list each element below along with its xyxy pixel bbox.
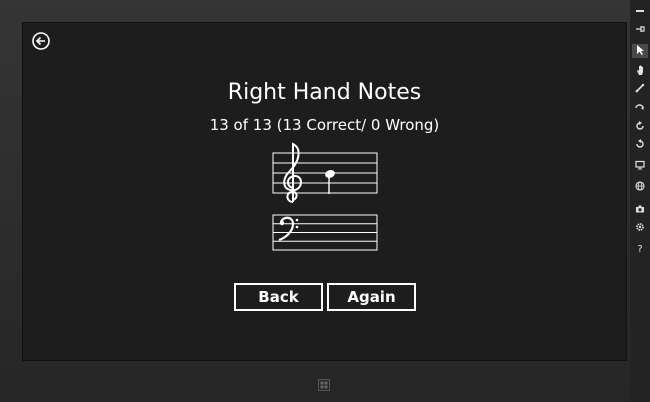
camera-icon[interactable] (632, 204, 648, 218)
rotate-counterclockwise-icon[interactable] (632, 139, 648, 153)
windows-logo-icon[interactable] (318, 376, 330, 391)
help-icon[interactable]: ? (632, 243, 648, 257)
globe-icon[interactable] (632, 181, 648, 195)
swipe-icon[interactable] (632, 101, 648, 115)
app-screen: Right Hand Notes 13 of 13 (13 Correct/ 0… (22, 22, 627, 361)
minimize-icon[interactable] (632, 6, 648, 20)
treble-staff (272, 142, 378, 203)
again-button[interactable]: Again (327, 283, 416, 311)
note-head (325, 170, 335, 178)
lesson-title: Right Hand Notes (227, 80, 422, 105)
music-staff (272, 142, 378, 251)
bass-staff (272, 214, 378, 251)
pen-icon[interactable] (632, 83, 648, 97)
simulator-toolbar: ? (630, 0, 650, 402)
back-arrow-icon[interactable] (32, 32, 50, 50)
settings-icon[interactable] (632, 222, 648, 236)
back-button[interactable]: Back (234, 283, 323, 311)
lesson-progress: 13 of 13 (13 Correct/ 0 Wrong) (209, 116, 440, 134)
pin-icon[interactable] (632, 24, 648, 38)
hand-icon[interactable] (632, 64, 648, 78)
pointer-icon[interactable] (632, 44, 648, 58)
monitor-icon[interactable] (632, 160, 648, 174)
rotate-clockwise-icon[interactable] (632, 121, 648, 135)
